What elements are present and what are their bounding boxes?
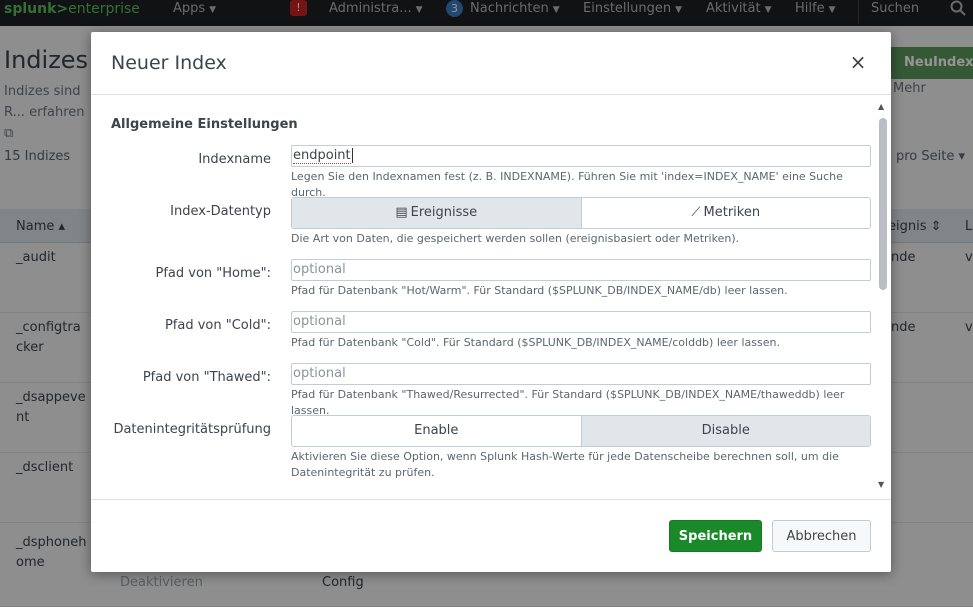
index-name-input[interactable]: endpoint: [291, 145, 871, 167]
ruler-icon: ⟋: [691, 205, 701, 220]
section-general-settings: Allgemeine Einstellungen: [111, 117, 298, 132]
index-name-label: Indexname: [198, 152, 271, 167]
scroll-down-arrow[interactable]: ▼: [878, 480, 884, 489]
integrity-help: Aktivieren Sie diese Option, wenn Splunk…: [291, 450, 839, 479]
cold-path-input[interactable]: optional: [291, 311, 871, 333]
scroll-up-arrow[interactable]: ▲: [878, 102, 884, 111]
dialog-footer: Speichern Abbrechen: [91, 499, 891, 572]
datatype-events-button[interactable]: ▤ Ereignisse: [292, 198, 581, 228]
close-icon[interactable]: ×: [849, 52, 867, 72]
dialog-title: Neuer Index: [111, 52, 227, 74]
scrollbar-thumb[interactable]: [879, 118, 887, 290]
integrity-disable-button[interactable]: Disable: [580, 416, 870, 446]
cancel-button[interactable]: Abbrechen: [772, 520, 871, 552]
thawed-path-input[interactable]: optional: [291, 363, 871, 385]
thawed-path-label: Pfad von "Thawed":: [142, 370, 271, 385]
integrity-toggle: Enable Disable: [291, 415, 871, 447]
cold-path-help: Pfad für Datenbank "Cold". Für Standard …: [291, 336, 780, 349]
index-name-value: endpoint: [293, 148, 351, 164]
home-path-input[interactable]: optional: [291, 259, 871, 281]
save-button[interactable]: Speichern: [669, 520, 762, 552]
dialog-header: Neuer Index ×: [91, 32, 891, 95]
integrity-label: Datenintegritätsprüfung: [113, 422, 271, 437]
home-path-label: Pfad von "Home":: [155, 266, 271, 281]
document-icon: ▤: [395, 205, 408, 220]
datatype-help: Die Art von Daten, die gespeichert werde…: [291, 232, 740, 245]
integrity-enable-button[interactable]: Enable: [292, 416, 581, 446]
text-cursor: [351, 148, 353, 163]
new-index-dialog: Neuer Index × Allgemeine Einstellungen I…: [91, 32, 891, 572]
datatype-metrics-button[interactable]: ⟋ Metriken: [580, 198, 870, 228]
datatype-label: Index-Datentyp: [170, 204, 271, 219]
datatype-toggle: ▤ Ereignisse ⟋ Metriken: [291, 197, 871, 229]
dialog-body[interactable]: Allgemeine Einstellungen Indexname endpo…: [91, 96, 891, 499]
home-path-help: Pfad für Datenbank "Hot/Warm". Für Stand…: [291, 284, 788, 297]
cold-path-label: Pfad von "Cold":: [164, 318, 271, 333]
